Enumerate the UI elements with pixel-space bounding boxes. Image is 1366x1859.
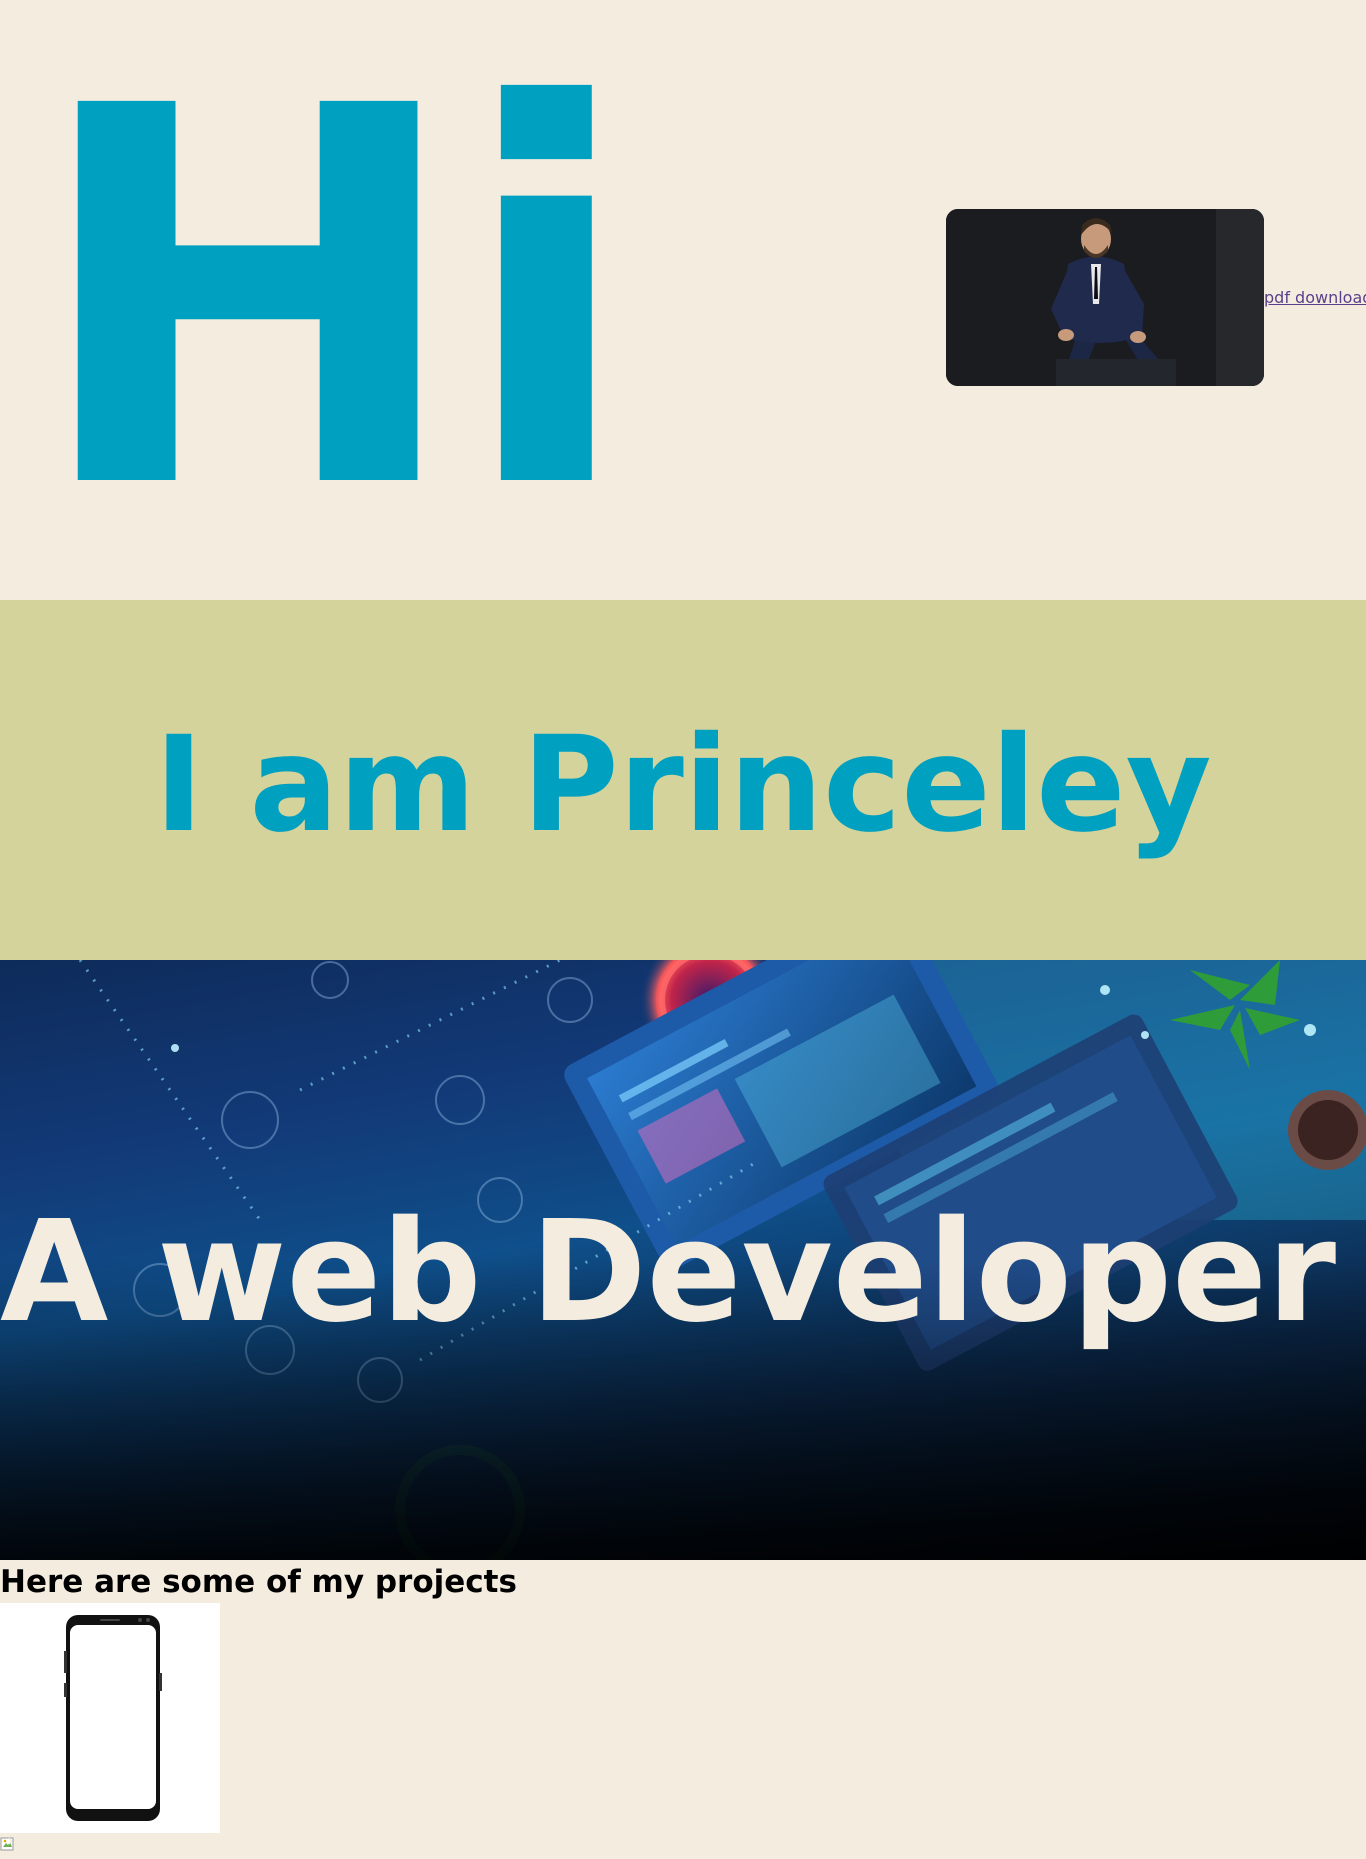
intro-heading: I am Princeley [154,708,1212,862]
projects-heading: Here are some of my projects [0,1564,517,1600]
greeting-heading: Hi [30,0,635,603]
portrait-photo [946,209,1264,386]
smartphone-mockup-icon [0,1603,220,1833]
broken-image-icon [0,1837,14,1851]
developer-heading: A web Developer [0,1191,1337,1354]
pdf-download-link[interactable]: pdf download [1264,288,1366,307]
project-thumbnail[interactable] [0,1603,220,1833]
portrait-figure-icon [946,209,1264,386]
